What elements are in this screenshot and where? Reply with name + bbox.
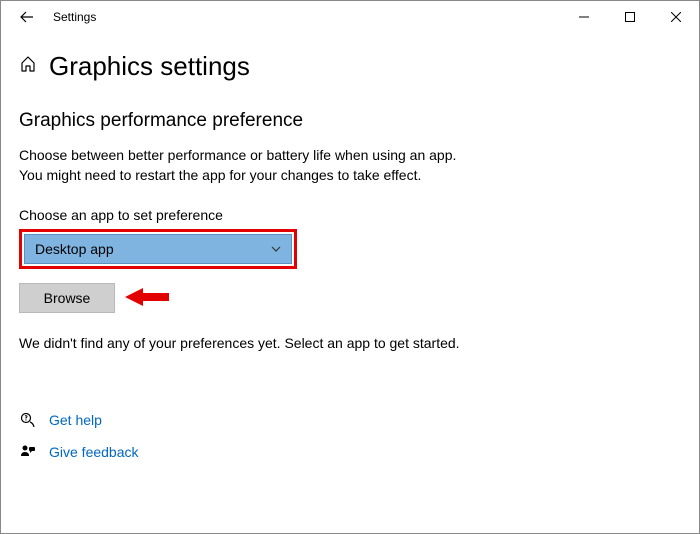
browse-button[interactable]: Browse <box>19 283 115 313</box>
app-type-dropdown[interactable]: Desktop app <box>24 234 292 264</box>
give-feedback-row: Give feedback <box>19 443 681 461</box>
give-feedback-link[interactable]: Give feedback <box>49 444 139 460</box>
home-icon[interactable] <box>19 55 37 78</box>
minimize-icon <box>579 12 589 22</box>
annotation-arrow-icon <box>125 286 169 311</box>
maximize-button[interactable] <box>607 1 653 33</box>
content-area: Graphics settings Graphics performance p… <box>1 33 699 461</box>
choose-app-label: Choose an app to set preference <box>19 207 681 223</box>
section-heading: Graphics performance preference <box>19 110 681 132</box>
window-title: Settings <box>53 10 96 24</box>
page-title: Graphics settings <box>49 51 250 82</box>
close-button[interactable] <box>653 1 699 33</box>
description-line-1: Choose between better performance or bat… <box>19 146 681 166</box>
titlebar: Settings <box>1 1 699 33</box>
chevron-down-icon <box>271 243 281 255</box>
get-help-link[interactable]: Get help <box>49 412 102 428</box>
description: Choose between better performance or bat… <box>19 146 681 185</box>
heading-row: Graphics settings <box>19 51 681 82</box>
description-line-2: You might need to restart the app for yo… <box>19 166 681 186</box>
help-icon <box>19 411 37 429</box>
browse-row: Browse <box>19 283 681 313</box>
window-controls <box>561 1 699 33</box>
dropdown-highlight: Desktop app <box>19 229 297 269</box>
minimize-button[interactable] <box>561 1 607 33</box>
dropdown-selected-value: Desktop app <box>35 241 114 257</box>
close-icon <box>671 12 681 22</box>
feedback-icon <box>19 443 37 461</box>
maximize-icon <box>625 12 635 22</box>
back-button[interactable] <box>11 1 43 33</box>
back-arrow-icon <box>20 10 34 24</box>
get-help-row: Get help <box>19 411 681 429</box>
empty-state-message: We didn't find any of your preferences y… <box>19 335 681 351</box>
